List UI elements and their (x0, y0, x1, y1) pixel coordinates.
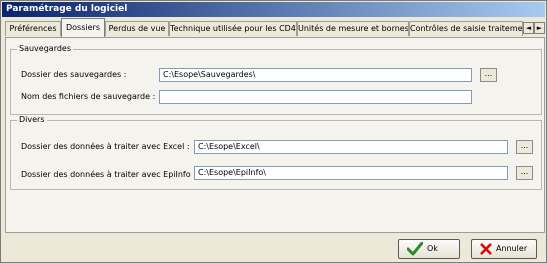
dossier-epiinfo-label: Dossier des données à traiter avec EpiIn… (21, 170, 196, 179)
ok-button[interactable]: Ok (398, 239, 460, 259)
tab-dossiers[interactable]: Dossiers (61, 18, 105, 37)
close-x-icon (480, 243, 492, 255)
group-sauvegardes: Sauvegardes Dossier des sauvegardes : C:… (10, 44, 542, 115)
tab-panel-dossiers: Sauvegardes Dossier des sauvegardes : C:… (5, 37, 545, 233)
window-title: Paramétrage du logiciel (2, 2, 545, 17)
dossier-excel-browse-button[interactable]: ... (516, 140, 533, 154)
group-divers: Divers Dossier des données à traiter ave… (10, 115, 542, 190)
tab-perdus-de-vue[interactable]: Perdus de vue (105, 21, 169, 36)
group-sauvegardes-title: Sauvegardes (17, 44, 74, 54)
tab-strip: Préférences Dossiers Perdus de vue Techn… (3, 18, 546, 37)
dossier-epiinfo-browse-button[interactable]: ... (516, 166, 533, 180)
dossier-excel-input[interactable]: C:\Esope\Excel\ (194, 140, 508, 154)
dossier-excel-label: Dossier des données à traiter avec Excel… (21, 142, 190, 151)
dossier-sauvegardes-label: Dossier des sauvegardes : (21, 70, 127, 79)
tab-preferences[interactable]: Préférences (5, 21, 61, 36)
cancel-button-label: Annuler (496, 244, 528, 253)
dossier-sauvegardes-browse-button[interactable]: ... (480, 68, 497, 82)
check-icon (407, 242, 423, 256)
tab-scroll-left-icon[interactable]: ◄ (523, 22, 534, 34)
dossier-epiinfo-input[interactable]: C:\Esope\EpiInfo\ (194, 166, 508, 180)
noms-fichiers-label: Nom des fichiers de sauvegarde : (21, 92, 156, 101)
noms-fichiers-input[interactable] (159, 90, 472, 104)
tab-scroll-right-icon[interactable]: ► (534, 22, 545, 34)
tab-controles-saisie[interactable]: Contrôles de saisie traitement (409, 21, 523, 36)
settings-dialog: Paramétrage du logiciel Préférences Doss… (0, 0, 547, 263)
ok-button-label: Ok (427, 244, 438, 253)
dossier-sauvegardes-input[interactable]: C:\Esope\Sauvegardes\ (159, 68, 472, 82)
tab-unites-mesure[interactable]: Unités de mesure et bornes (297, 21, 409, 36)
group-divers-title: Divers (17, 115, 47, 125)
cancel-button[interactable]: Annuler (471, 239, 537, 259)
tab-technique-cd4[interactable]: Technique utilisée pour les CD4 (169, 21, 297, 36)
